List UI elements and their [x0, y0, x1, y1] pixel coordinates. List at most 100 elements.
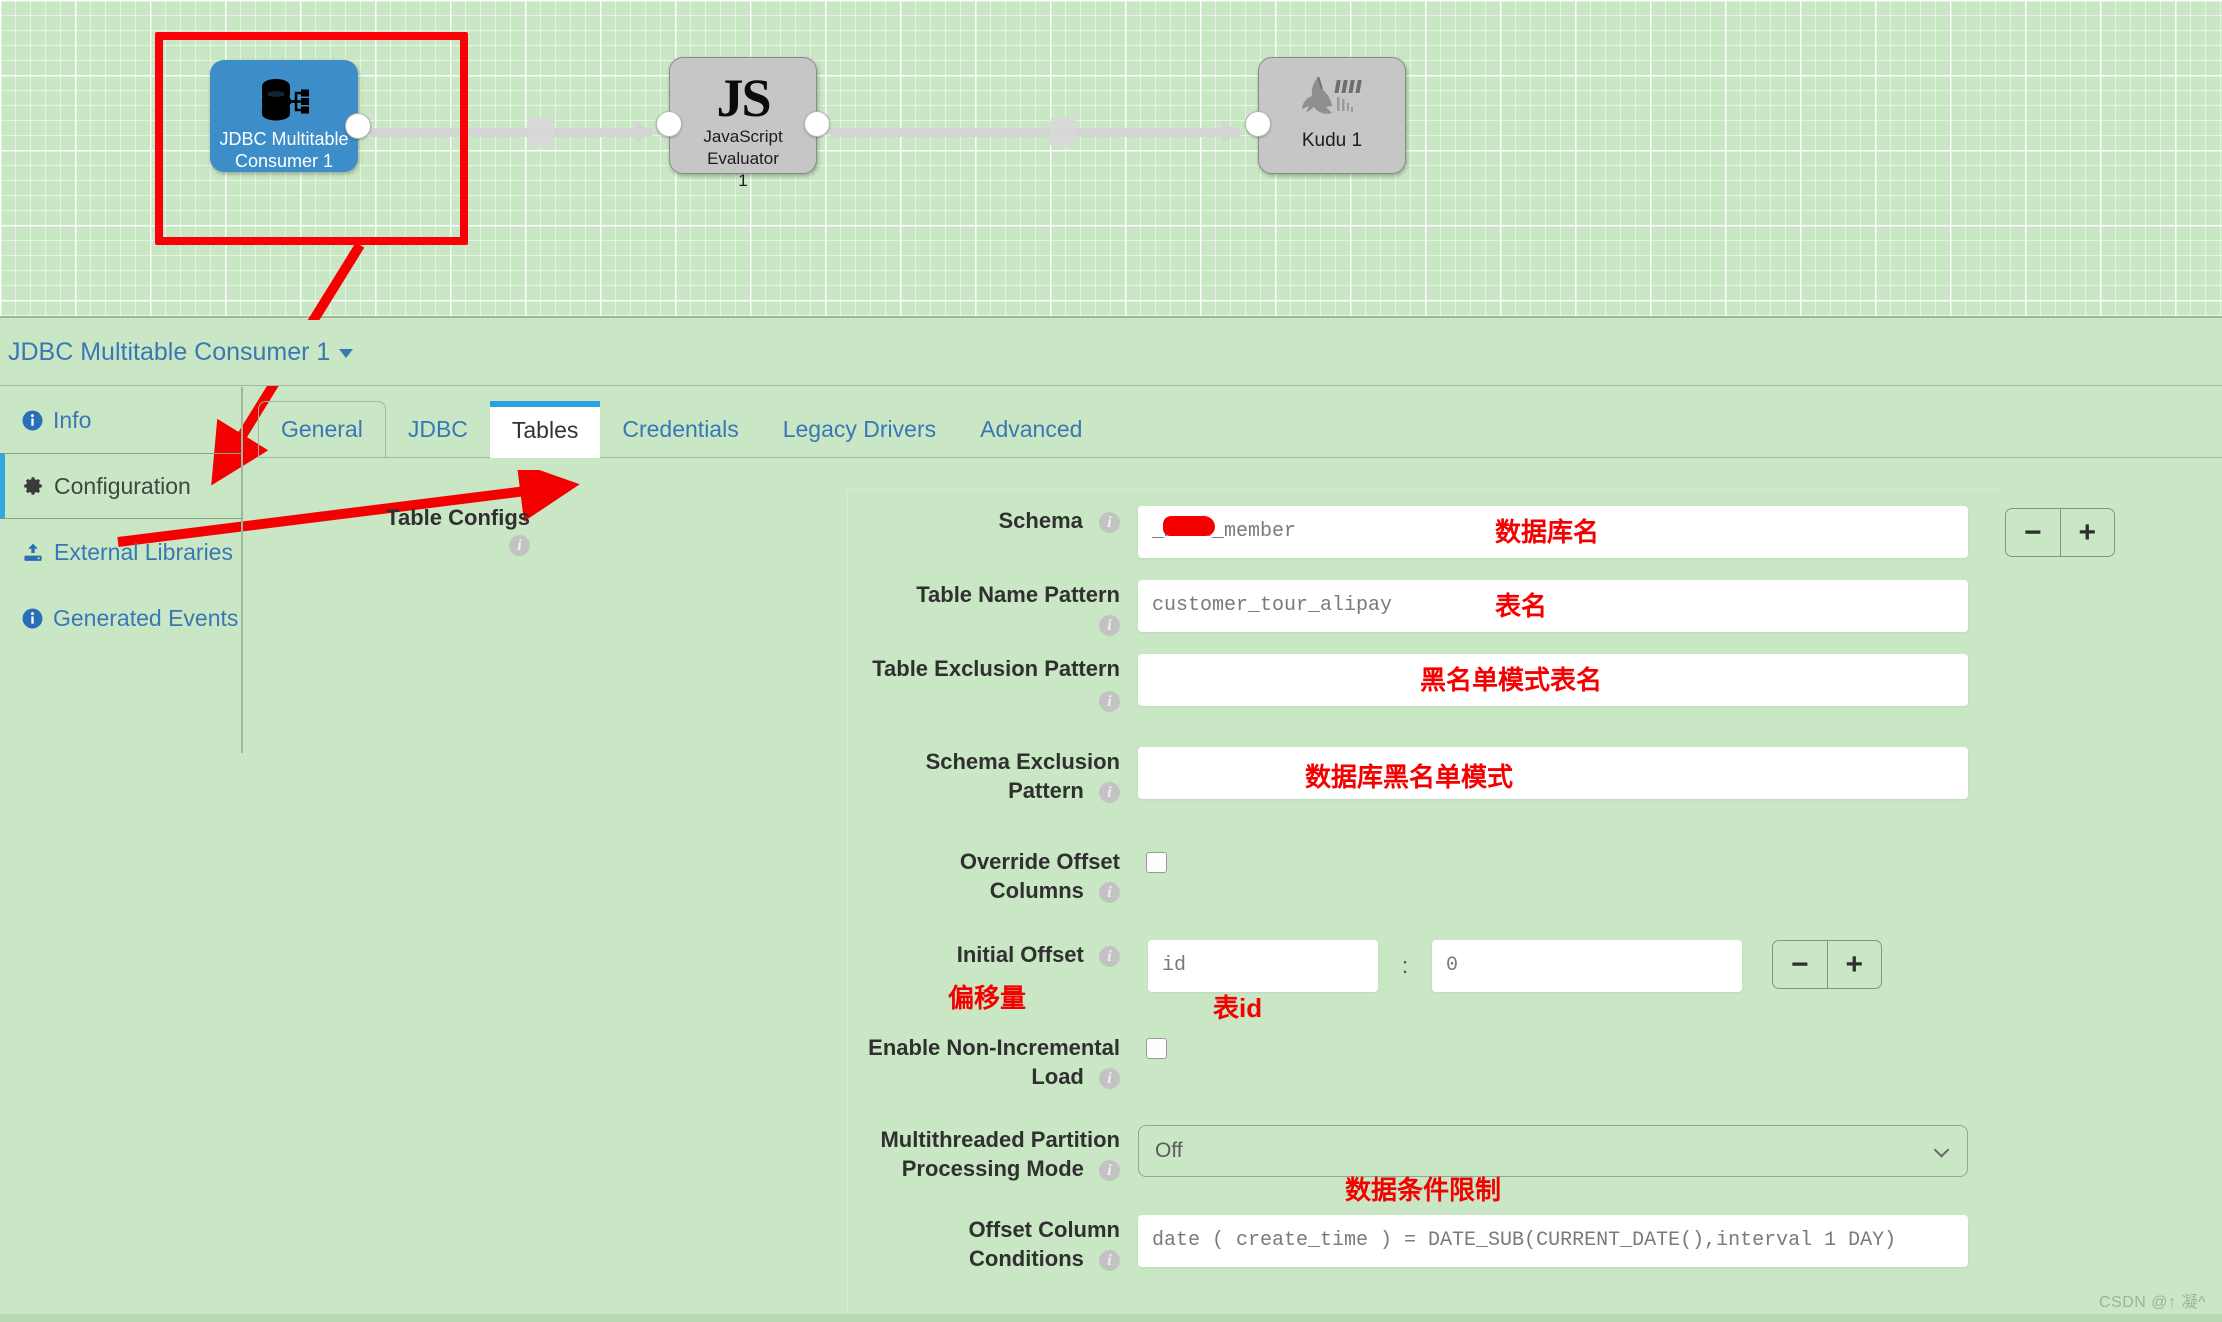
upload-icon [22, 542, 44, 563]
watermark: CSDN @↑ 凝^ [2099, 1288, 2206, 1312]
sidebar-item-label: Configuration [54, 472, 191, 499]
table-name-pattern-input[interactable]: customer_tour_alipay [1138, 580, 1968, 632]
initial-offset-key-input[interactable]: id [1148, 940, 1378, 992]
stage-title-dropdown[interactable]: JDBC Multitable Consumer 1 [8, 338, 354, 367]
sidebar-item-generated-events[interactable]: Generated Events [0, 585, 242, 651]
stage-title-bar: JDBC Multitable Consumer 1 [0, 320, 2222, 386]
info-tooltip-icon[interactable]: i [1099, 1067, 1120, 1089]
override-offset-columns-label-line1: Override Offset [959, 849, 1120, 874]
sidebar-item-label: Info [53, 406, 92, 433]
annotation-table-id: 表id [1213, 988, 1262, 1025]
add-table-config-button[interactable]: + [2059, 509, 2115, 556]
info-tooltip-icon[interactable]: i [1099, 781, 1120, 803]
override-offset-columns-checkbox[interactable] [1146, 852, 1167, 873]
connection-js-to-kudu[interactable] [830, 128, 1240, 137]
node-label: JavaScript Evaluator 1 [671, 126, 816, 192]
tab-advanced[interactable]: Advanced [958, 402, 1104, 457]
sidebar-item-info[interactable]: Info [0, 387, 242, 453]
remove-initial-offset-button[interactable]: − [1773, 941, 1827, 988]
table-exclusion-pattern-label: Table Exclusion Pattern i [790, 654, 1120, 714]
plus-icon: + [1845, 947, 1864, 981]
table-configs-label-text: Table Configs [386, 505, 530, 530]
tab-credentials[interactable]: Credentials [600, 402, 760, 457]
initial-offset-value-input[interactable]: 0 [1432, 940, 1742, 992]
connection-badge-1 [528, 117, 554, 147]
input-port-kudu[interactable] [1245, 111, 1271, 137]
mppm-label-line1: Multithreaded Partition [880, 1127, 1120, 1152]
sidebar-item-label: External Libraries [54, 538, 233, 565]
info-icon [22, 608, 43, 629]
multithreaded-partition-processing-mode-select[interactable]: Off [1138, 1125, 1968, 1177]
tab-label: Credentials [622, 416, 739, 442]
multithreaded-partition-processing-mode-label: Multithreaded Partition Processing Mode … [790, 1125, 1120, 1183]
tab-jdbc[interactable]: JDBC [386, 402, 490, 457]
gear-icon [22, 475, 44, 497]
field-row-enable-non-incremental-load: Enable Non-Incremental Load i [790, 1033, 2000, 1091]
enable-non-incremental-load-label-line1: Enable Non-Incremental [868, 1035, 1120, 1060]
enable-non-incremental-load-label: Enable Non-Incremental Load i [790, 1033, 1120, 1091]
config-tab-bar: General JDBC Tables Credentials Legacy D… [258, 392, 2222, 458]
pipeline-node-jdbc-multitable-consumer[interactable]: JDBC Multitable Consumer 1 [210, 60, 371, 172]
info-tooltip-icon[interactable]: i [1099, 690, 1120, 712]
table-name-pattern-label: Table Name Pattern i [880, 580, 1120, 638]
schema-exclusion-pattern-input[interactable] [1138, 747, 1968, 799]
pipeline-node-kudu[interactable]: Kudu 1 [1245, 57, 1406, 174]
annotation-data-condition-restriction: 数据条件限制 [1345, 1170, 1501, 1207]
output-port-jdbc[interactable] [345, 113, 371, 139]
info-tooltip-icon[interactable]: i [1099, 1249, 1120, 1271]
offset-column-conditions-value: date ( create_time ) = DATE_SUB(CURRENT_… [1152, 1229, 1897, 1252]
field-row-offset-column-conditions: Offset Column Conditions i date ( create… [790, 1215, 2000, 1273]
tab-general[interactable]: General [258, 401, 386, 457]
tab-label: Advanced [980, 416, 1083, 442]
initial-offset-key-value: id [1162, 954, 1187, 977]
field-row-table-name-pattern: Table Name Pattern i customer_tour_alipa… [880, 580, 2000, 638]
tab-label: Tables [511, 417, 579, 443]
table-exclusion-pattern-label-text: Table Exclusion Pattern [872, 656, 1120, 681]
chevron-down-icon [339, 348, 354, 358]
annotation-text: 数据库黑名单模式 [1305, 762, 1514, 792]
annotation-text: 黑名单模式表名 [1420, 665, 1603, 695]
annotation-offset: 偏移量 [948, 978, 1026, 1015]
mppm-selected-value: Off [1155, 1139, 1183, 1162]
tab-label: General [281, 416, 363, 442]
connection-jdbc-to-js[interactable] [370, 128, 652, 137]
schema-exclusion-pattern-label-line1: Schema Exclusion [925, 749, 1120, 774]
info-tooltip-icon[interactable]: i [1099, 881, 1120, 903]
table-name-pattern-label-text: Table Name Pattern [916, 582, 1120, 607]
enable-non-incremental-load-label-line2: Load [1031, 1064, 1084, 1089]
sidebar-item-external-libraries[interactable]: External Libraries [0, 519, 242, 585]
js-glyph: JS [716, 68, 771, 128]
pipeline-canvas[interactable]: JDBC Multitable Consumer 1 JS JavaScript… [0, 0, 2222, 318]
override-offset-columns-label-line2: Columns [989, 878, 1084, 903]
info-tooltip-icon[interactable]: i [1099, 511, 1120, 533]
watermark-text: CSDN @↑ 凝^ [2099, 1294, 2206, 1311]
info-tooltip-icon[interactable]: i [1099, 614, 1120, 636]
info-tooltip-icon[interactable]: i [1099, 945, 1120, 967]
annotation-text: 表名 [1495, 591, 1548, 621]
info-tooltip-icon[interactable]: i [509, 534, 530, 556]
pipeline-node-javascript-evaluator[interactable]: JS JavaScript Evaluator 1 [656, 57, 830, 190]
enable-non-incremental-load-checkbox[interactable] [1146, 1038, 1167, 1059]
field-row-override-offset-columns: Override Offset Columns i [790, 847, 2000, 905]
annotation-database-name: 数据库名 [1495, 512, 1599, 549]
info-tooltip-icon[interactable]: i [1099, 1159, 1120, 1181]
remove-table-config-button[interactable]: − [2006, 509, 2060, 556]
offset-column-conditions-input[interactable]: date ( create_time ) = DATE_SUB(CURRENT_… [1138, 1215, 1968, 1267]
output-port-js[interactable] [804, 111, 830, 137]
tab-legacy-drivers[interactable]: Legacy Drivers [761, 402, 958, 457]
bottom-strip [0, 1314, 2222, 1322]
stage-sidebar: Info Configuration External Libraries Ge… [0, 387, 243, 753]
kudu-antelope-icon [1296, 72, 1368, 124]
input-port-js[interactable] [656, 111, 682, 137]
schema-exclusion-pattern-label: Schema Exclusion Pattern i [790, 747, 1120, 805]
schema-label: Schema i [880, 506, 1120, 535]
connection-badge-2 [1050, 117, 1076, 147]
sidebar-item-configuration[interactable]: Configuration [0, 453, 242, 519]
add-initial-offset-button[interactable]: + [1826, 941, 1882, 988]
tab-tables[interactable]: Tables [489, 401, 601, 458]
tab-label: JDBC [407, 416, 468, 442]
connection-arrow-1 [636, 121, 652, 143]
stage-title-text: JDBC Multitable Consumer 1 [8, 338, 331, 366]
initial-offset-stepper: − + [1772, 940, 1882, 989]
sidebar-item-label: Generated Events [53, 604, 239, 631]
